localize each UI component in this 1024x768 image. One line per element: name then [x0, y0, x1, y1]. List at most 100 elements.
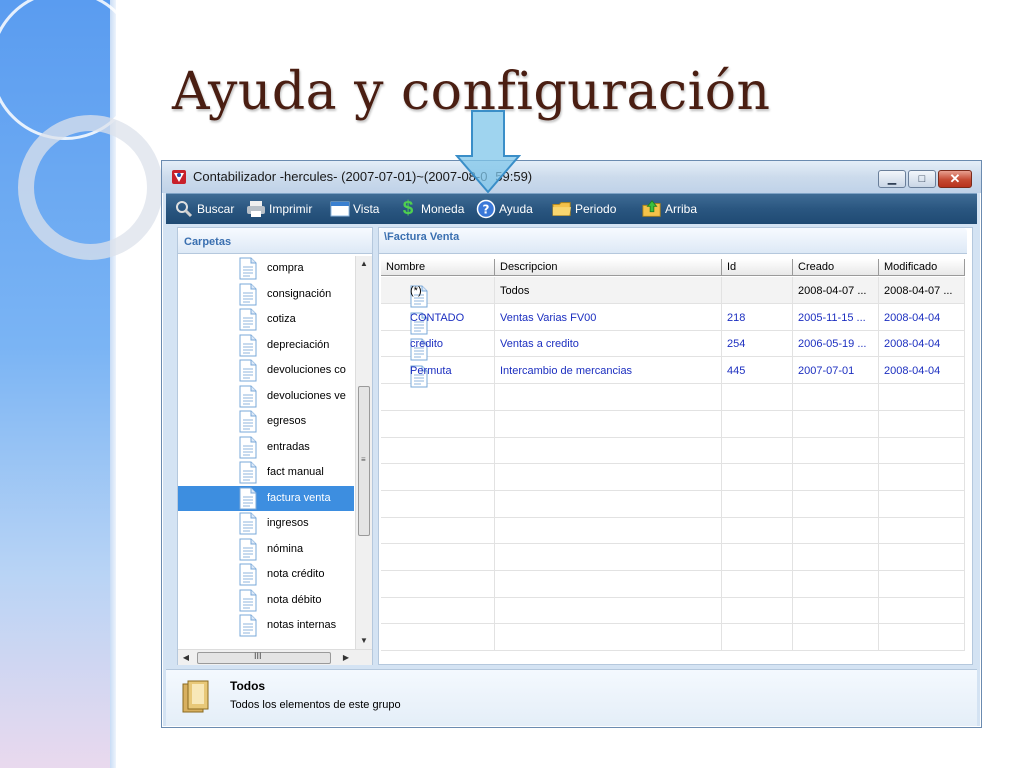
- table-cell: [381, 437, 495, 465]
- table-cell[interactable]: (*): [381, 277, 495, 308]
- table-cell[interactable]: Intercambio de mercancias: [495, 357, 722, 385]
- table-cell: [495, 437, 722, 465]
- view-button[interactable]: Vista: [330, 197, 379, 221]
- up-button[interactable]: Arriba: [642, 197, 697, 221]
- table-cell: [879, 410, 965, 438]
- table-cell[interactable]: credito: [381, 330, 495, 361]
- table-cell: [495, 624, 722, 652]
- document-icon: [239, 308, 257, 331]
- scroll-thumb[interactable]: ≡: [358, 386, 370, 536]
- folder-item[interactable]: devoluciones ve: [178, 384, 354, 409]
- currency-button[interactable]: $ Moneda: [398, 197, 465, 221]
- print-button[interactable]: Imprimir: [246, 197, 312, 221]
- close-button[interactable]: ✕: [938, 170, 972, 188]
- table-cell: [381, 517, 495, 545]
- table-cell[interactable]: 2008-04-07 ...: [879, 277, 965, 304]
- document-icon: [239, 487, 257, 510]
- folder-item[interactable]: notas internas: [178, 613, 354, 638]
- table-cell: [879, 517, 965, 545]
- table-cell[interactable]: CONTADO: [381, 303, 495, 335]
- folders-pane: Carpetas compra consignación cotiza depreci…: [177, 227, 373, 665]
- column-header-label: Descripcion: [500, 261, 558, 273]
- period-button-label: Periodo: [575, 202, 617, 216]
- tab-factura-venta-label: \Factura Venta: [384, 231, 460, 243]
- table-cell[interactable]: Ventas a credito: [495, 330, 722, 358]
- folder-item[interactable]: egresos: [178, 409, 354, 434]
- scroll-left-icon[interactable]: ◀: [178, 650, 194, 666]
- documents-grid: Nombre Descripcion Id Creado Modificado (*) To…: [381, 259, 969, 664]
- table-cell: [722, 570, 793, 598]
- cell-text: 2008-04-04: [884, 365, 941, 378]
- toolbar: Buscar Imprimir Vista $ Moneda ? Ayuda P…: [166, 193, 977, 224]
- document-icon: [239, 589, 257, 612]
- table-cell[interactable]: Permuta: [381, 357, 495, 388]
- col-descripcion-header[interactable]: Descripcion: [495, 259, 722, 276]
- horizontal-scrollbar[interactable]: ◀ III ▶: [178, 649, 372, 665]
- document-icon: [239, 257, 257, 280]
- folder-item[interactable]: factura venta: [178, 485, 354, 511]
- folder-item[interactable]: consignación: [178, 282, 354, 307]
- table-cell: [722, 597, 793, 625]
- help-button[interactable]: ? Ayuda: [476, 197, 533, 221]
- cell-text: 254: [727, 338, 746, 351]
- folder-stack-icon: [182, 680, 209, 713]
- scroll-up-icon[interactable]: ▲: [356, 256, 372, 272]
- document-icon: [239, 436, 257, 459]
- table-cell[interactable]: 2005-11-15 ...: [793, 303, 879, 331]
- scroll-right-icon[interactable]: ▶: [338, 650, 354, 666]
- table-cell[interactable]: 218: [722, 303, 793, 331]
- minimize-button[interactable]: ▁: [878, 170, 906, 188]
- folder-item[interactable]: nota débito: [178, 588, 354, 613]
- table-cell[interactable]: 2008-04-04: [879, 357, 965, 385]
- folder-item[interactable]: entradas: [178, 435, 354, 460]
- maximize-button[interactable]: □: [908, 170, 936, 188]
- table-cell: [381, 570, 495, 598]
- table-cell: [879, 544, 965, 571]
- folder-item-label: egresos: [267, 415, 307, 427]
- folder-item[interactable]: compra: [178, 256, 354, 281]
- table-cell[interactable]: 2006-05-19 ...: [793, 330, 879, 358]
- table-cell[interactable]: [722, 277, 793, 304]
- folder-item-label: devoluciones ve: [267, 389, 346, 402]
- col-id-header[interactable]: Id: [722, 259, 793, 276]
- table-cell[interactable]: 2007-07-01: [793, 357, 879, 385]
- tab-folders[interactable]: Carpetas: [178, 228, 372, 254]
- col-modificado-header[interactable]: Modificado: [879, 259, 965, 276]
- folder-item[interactable]: ingresos: [178, 511, 354, 536]
- table-cell: [722, 437, 793, 465]
- table-cell[interactable]: 254: [722, 330, 793, 358]
- folder-item[interactable]: nota crédito: [178, 562, 354, 587]
- col-nombre-header[interactable]: Nombre: [381, 259, 495, 276]
- period-button[interactable]: Periodo: [552, 197, 616, 221]
- hscroll-thumb[interactable]: III: [197, 651, 331, 664]
- table-cell[interactable]: 2008-04-07 ...: [793, 277, 879, 304]
- table-cell: [793, 437, 879, 465]
- folder-icon: [552, 199, 572, 219]
- vertical-scrollbar[interactable]: ▲ ≡ ▼: [355, 256, 372, 649]
- scroll-down-icon[interactable]: ▼: [356, 633, 372, 649]
- folder-tree: compra consignación cotiza depreciación devo…: [178, 256, 354, 649]
- table-cell[interactable]: Ventas Varias FV00: [495, 303, 722, 331]
- col-creado-header[interactable]: Creado: [793, 259, 879, 276]
- folder-item[interactable]: cotiza: [178, 307, 354, 332]
- scroll-grip-icon: ≡: [361, 455, 366, 464]
- table-cell[interactable]: Todos: [495, 277, 722, 304]
- table-cell: [381, 463, 495, 491]
- window-titlebar[interactable]: Contabilizador -hercules- (2007-07-01)~(…: [162, 161, 981, 193]
- table-cell[interactable]: 445: [722, 357, 793, 385]
- folder-item[interactable]: nómina: [178, 537, 354, 562]
- status-title: Todos: [230, 679, 266, 693]
- folder-item[interactable]: depreciación: [178, 333, 354, 358]
- folder-item-label: compra: [267, 262, 304, 274]
- table-cell: [722, 490, 793, 518]
- folder-item[interactable]: devoluciones co: [178, 358, 354, 383]
- tab-factura-venta[interactable]: \Factura Venta: [379, 228, 967, 254]
- table-cell[interactable]: 2008-04-04: [879, 303, 965, 331]
- folder-item-label: nota débito: [267, 593, 322, 606]
- table-cell[interactable]: 2008-04-04: [879, 330, 965, 358]
- folder-item[interactable]: fact manual: [178, 460, 354, 485]
- table-cell: [879, 597, 965, 625]
- table-cell: [381, 410, 495, 438]
- document-icon: [239, 563, 257, 586]
- search-button[interactable]: Buscar: [174, 197, 234, 221]
